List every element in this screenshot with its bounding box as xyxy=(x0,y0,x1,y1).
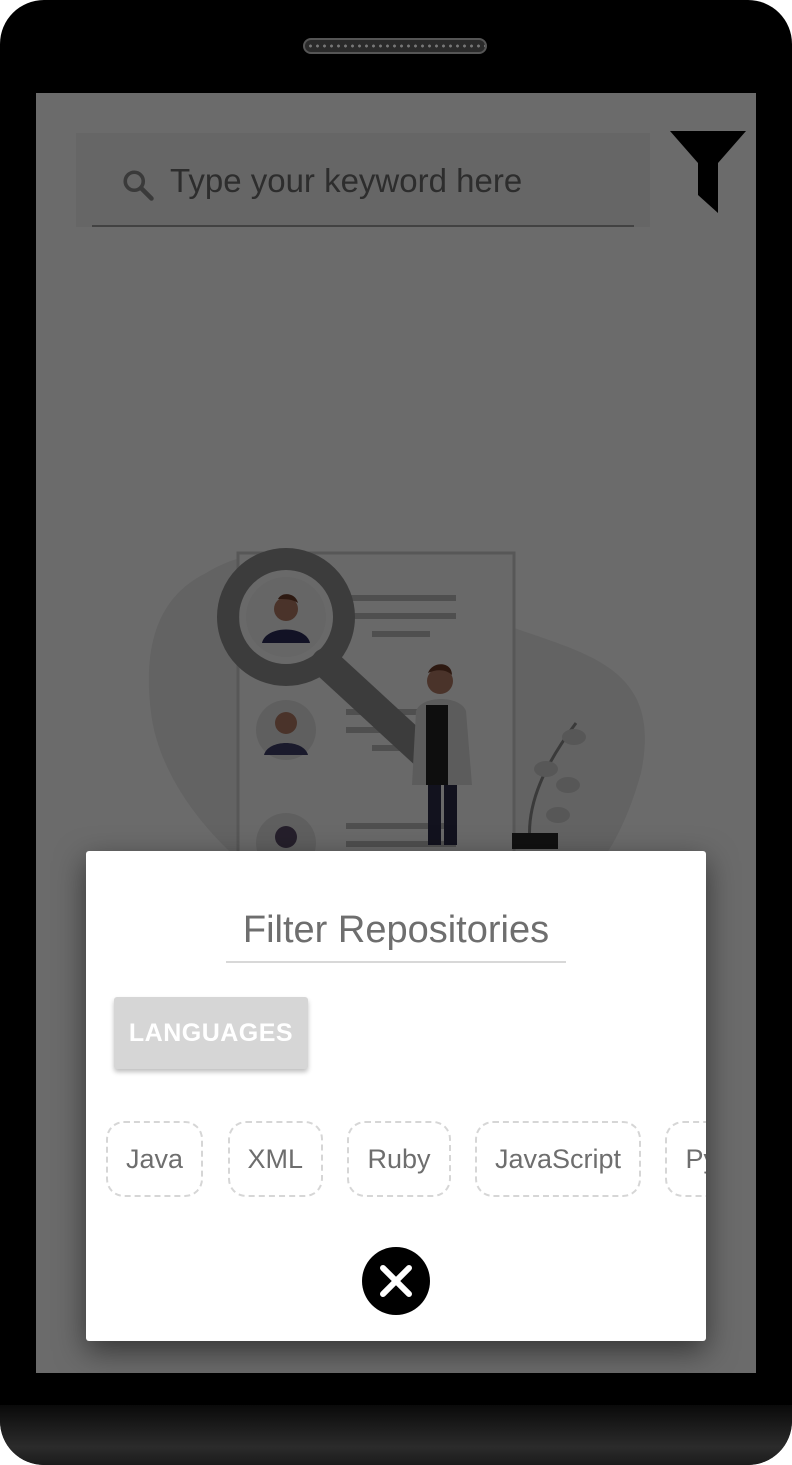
close-button[interactable] xyxy=(362,1247,430,1315)
filter-dialog: Filter Repositories LANGUAGES Java XML R… xyxy=(86,851,706,1341)
chip-python[interactable]: Python xyxy=(665,1121,706,1197)
language-chips: Java XML Ruby JavaScript Python xyxy=(106,1121,706,1197)
close-icon xyxy=(380,1265,412,1297)
dialog-title: Filter Repositories xyxy=(226,903,566,963)
app-screen: Filter Repositories LANGUAGES Java XML R… xyxy=(36,93,756,1373)
chip-xml[interactable]: XML xyxy=(227,1121,324,1197)
chip-java[interactable]: Java xyxy=(106,1121,204,1197)
languages-button[interactable]: LANGUAGES xyxy=(114,997,308,1069)
phone-speaker xyxy=(303,38,487,54)
chip-ruby[interactable]: Ruby xyxy=(347,1121,451,1197)
chip-javascript[interactable]: JavaScript xyxy=(474,1121,642,1197)
phone-frame: Filter Repositories LANGUAGES Java XML R… xyxy=(0,0,792,1465)
phone-bottom-bezel xyxy=(0,1405,792,1465)
